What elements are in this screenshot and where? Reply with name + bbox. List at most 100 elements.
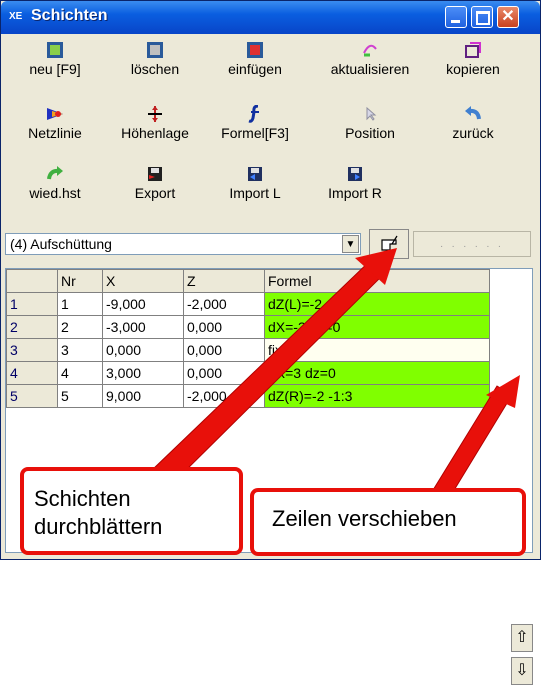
copy-icon <box>465 42 481 58</box>
formula-icon <box>248 105 259 123</box>
cell-formel[interactable]: dX=-3 dz=0 <box>264 315 490 339</box>
refresh-label: aktualisieren <box>330 61 410 77</box>
cell-formel[interactable]: dZ(R)=-2 -1:3 <box>264 384 490 408</box>
redo-icon <box>47 166 63 180</box>
cursor-icon <box>366 106 377 121</box>
cell-x[interactable]: 9,000 <box>102 384 184 408</box>
new-label: neu [F9] <box>29 61 81 77</box>
row-header[interactable]: 5 <box>6 384 58 408</box>
row-header[interactable]: 3 <box>6 338 58 362</box>
import-l-label: Import L <box>229 185 281 201</box>
import-l-icon <box>248 167 262 181</box>
table-row[interactable]: 5 5 9,000 -2,000 dZ(R)=-2 -1:3 <box>6 384 490 408</box>
header-x[interactable]: X <box>102 269 184 293</box>
callout-move-rows: Zeilen verschieben <box>250 488 526 556</box>
table-row[interactable]: 2 2 -3,000 0,000 dX=-3 dz=0 <box>6 315 490 339</box>
cell-x[interactable]: -9,000 <box>102 292 184 316</box>
table-row[interactable]: 4 4 3,000 0,000 dX=3 dz=0 <box>6 361 490 385</box>
formula-button[interactable]: Formel[F3] <box>205 105 305 155</box>
app-icon: XE <box>9 11 23 22</box>
refresh-button[interactable]: aktualisieren <box>320 41 420 91</box>
netline-icon <box>47 108 63 120</box>
table-header-row: Nr X Z Formel <box>6 269 490 293</box>
close-icon: ✕ <box>501 8 515 25</box>
redo-label: wied.hst <box>29 185 81 201</box>
table-row[interactable]: 3 3 0,000 0,000 fix <box>6 338 490 362</box>
chevron-down-icon[interactable]: ▼ <box>342 235 359 253</box>
browse-layers-button[interactable] <box>369 229 409 259</box>
undo-button[interactable]: zurück <box>423 105 523 155</box>
delete-layer-icon <box>147 42 163 58</box>
copy-button[interactable]: kopieren <box>423 41 523 91</box>
new-button[interactable]: neu [F9] <box>5 41 105 91</box>
cell-nr[interactable]: 2 <box>57 315 103 339</box>
insert-layer-icon <box>247 42 263 58</box>
netline-button[interactable]: Netzlinie <box>5 105 105 155</box>
cell-x[interactable]: -3,000 <box>102 315 184 339</box>
maximize-button[interactable] <box>471 6 493 28</box>
delete-label: löschen <box>130 61 180 77</box>
close-button[interactable]: ✕ <box>497 6 519 28</box>
formula-label: Formel[F3] <box>221 125 289 141</box>
cell-z[interactable]: -2,000 <box>183 292 265 316</box>
callout-left-line2: durchblättern <box>34 514 163 539</box>
cell-z[interactable]: 0,000 <box>183 338 265 362</box>
copy-label: kopieren <box>446 61 500 77</box>
row-header[interactable]: 2 <box>6 315 58 339</box>
height-icon <box>148 106 162 122</box>
position-button[interactable]: Position <box>320 105 420 155</box>
cell-z[interactable]: 0,000 <box>183 315 265 339</box>
import-l-button[interactable]: Import L <box>205 165 305 215</box>
minimize-button[interactable] <box>445 6 467 28</box>
import-r-icon <box>348 167 362 181</box>
header-z[interactable]: Z <box>183 269 265 293</box>
refresh-icon <box>363 44 377 57</box>
insert-label: einfügen <box>228 61 282 77</box>
new-layer-icon <box>47 42 63 58</box>
undo-icon <box>465 106 481 120</box>
corner-header <box>6 269 58 293</box>
export-icon <box>148 167 162 181</box>
callout-left-line1: Schichten <box>34 486 131 511</box>
cell-z[interactable]: 0,000 <box>183 361 265 385</box>
browse-hand-icon <box>381 235 398 251</box>
cell-formel[interactable]: dZ(L)=-2 -1:3 <box>264 292 490 316</box>
callout-browse-layers: Schichten durchblättern <box>20 467 243 555</box>
cell-x[interactable]: 3,000 <box>102 361 184 385</box>
position-label: Position <box>345 125 395 141</box>
netline-label: Netzlinie <box>28 125 82 141</box>
import-r-button[interactable]: Import R <box>305 165 405 215</box>
height-label: Höhenlage <box>121 125 189 141</box>
height-button[interactable]: Höhenlage <box>105 105 205 155</box>
delete-button[interactable]: löschen <box>105 41 205 91</box>
callout-right-text: Zeilen verschieben <box>272 506 457 531</box>
row-header[interactable]: 1 <box>6 292 58 316</box>
cell-nr[interactable]: 4 <box>57 361 103 385</box>
title-bar[interactable]: XE Schichten ✕ <box>1 1 540 34</box>
row-header[interactable]: 4 <box>6 361 58 385</box>
header-formel[interactable]: Formel <box>264 269 490 293</box>
cell-nr[interactable]: 3 <box>57 338 103 362</box>
table-row[interactable]: 1 1 -9,000 -2,000 dZ(L)=-2 -1:3 <box>6 292 490 316</box>
import-r-label: Import R <box>328 185 382 201</box>
cell-x[interactable]: 0,000 <box>102 338 184 362</box>
cell-nr[interactable]: 5 <box>57 384 103 408</box>
cell-nr[interactable]: 1 <box>57 292 103 316</box>
export-button[interactable]: Export <box>105 165 205 215</box>
points-table: Nr X Z Formel 1 1 -9,000 -2,000 dZ(L)=-2 -1:… <box>6 269 490 408</box>
window-title: Schichten <box>31 7 108 24</box>
cell-z[interactable]: -2,000 <box>183 384 265 408</box>
undo-label: zurück <box>452 125 494 141</box>
export-label: Export <box>134 185 176 201</box>
cell-formel[interactable]: dX=3 dz=0 <box>264 361 490 385</box>
toolbar: neu [F9] löschen einfügen aktualisieren … <box>5 41 535 216</box>
move-row-down-button[interactable]: ⇩ <box>511 657 533 685</box>
layer-select[interactable]: (4) Aufschüttung ▼ <box>5 233 361 255</box>
more-button[interactable]: . . . . . . <box>413 231 531 257</box>
redo-button[interactable]: wied.hst <box>5 165 105 215</box>
move-row-up-button[interactable]: ⇧ <box>511 624 533 652</box>
insert-button[interactable]: einfügen <box>205 41 305 91</box>
layer-select-value: (4) Aufschüttung <box>10 236 112 252</box>
cell-formel[interactable]: fix <box>264 338 490 362</box>
header-nr[interactable]: Nr <box>57 269 103 293</box>
